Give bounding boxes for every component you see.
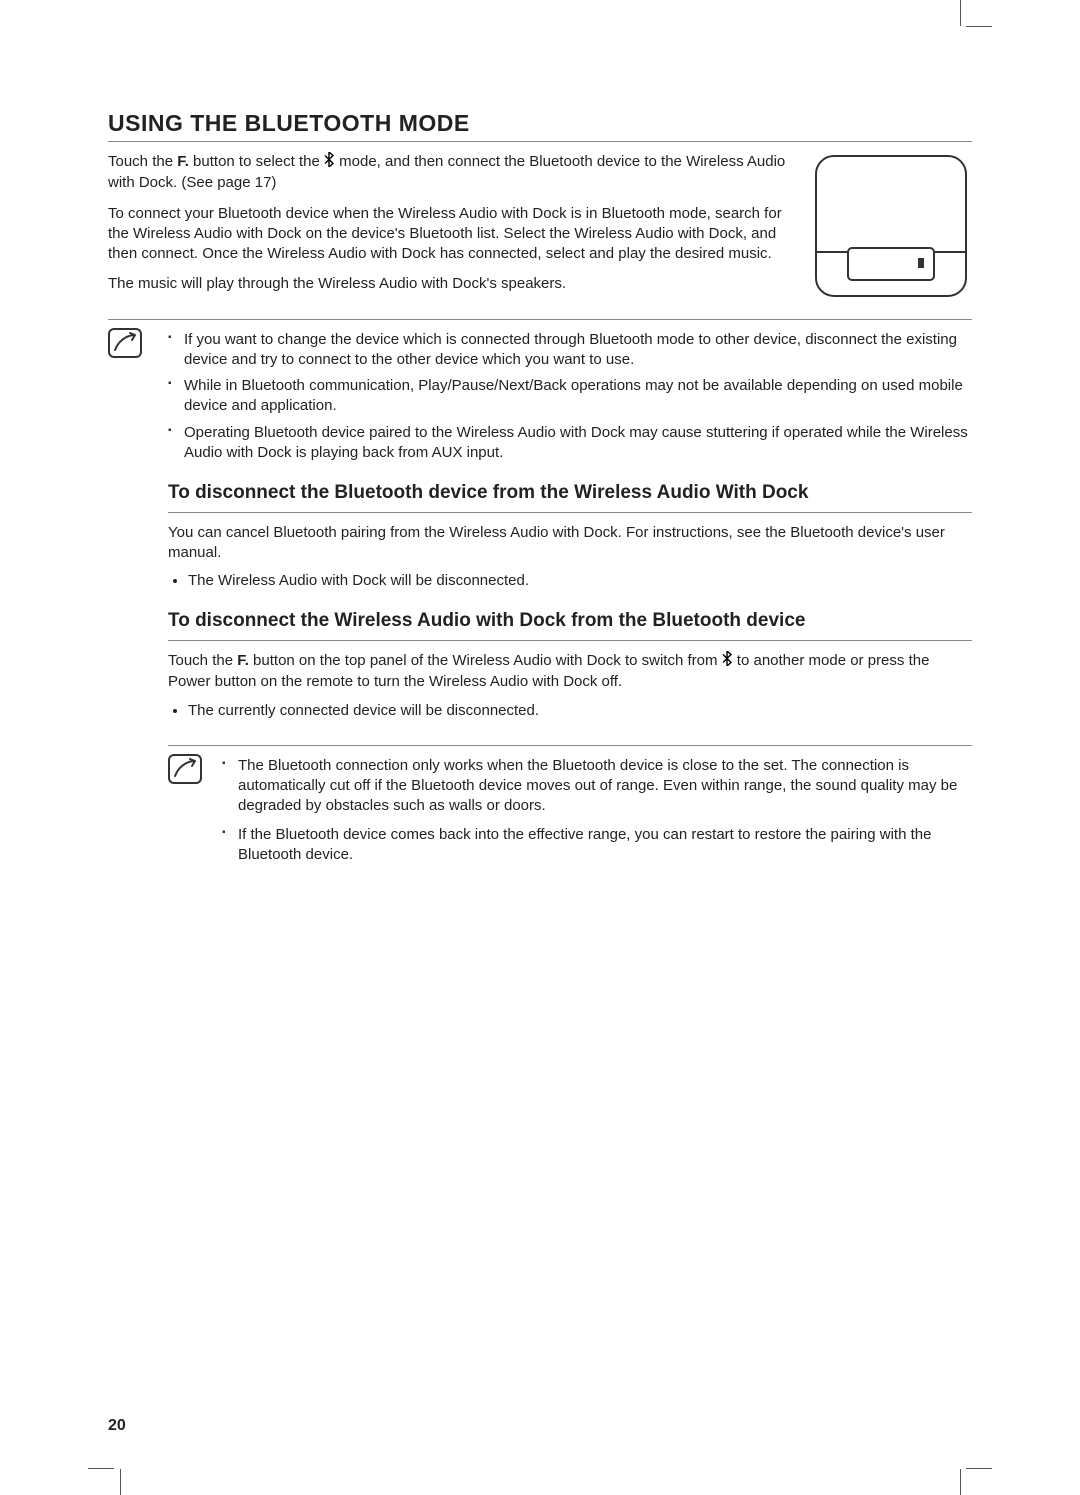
note-item: If the Bluetooth device comes back into … [222, 825, 972, 866]
intro-paragraph-2: To connect your Bluetooth device when th… [108, 204, 790, 265]
bullet-item: The Wireless Audio with Dock will be dis… [188, 571, 972, 591]
note-icon [168, 754, 202, 784]
bullet-list: The currently connected device will be d… [188, 701, 972, 721]
note-list-1: If you want to change the device which i… [168, 330, 972, 464]
subsection-paragraph: Touch the F. button on the top panel of … [168, 651, 972, 693]
page-number: 20 [108, 1417, 126, 1435]
intro-text: Touch the F. button to select the mode, … [108, 152, 790, 305]
note-item: While in Bluetooth communication, Play/P… [168, 376, 972, 417]
note-block-1: If you want to change the device which i… [108, 319, 972, 464]
subsection-disconnect-device: To disconnect the Bluetooth device from … [168, 481, 972, 591]
bluetooth-icon [324, 152, 335, 173]
note-item: The Bluetooth connection only works when… [222, 756, 972, 817]
bullet-list: The Wireless Audio with Dock will be dis… [188, 571, 972, 591]
subsection-title: To disconnect the Bluetooth device from … [168, 481, 972, 513]
subsection-paragraph: You can cancel Bluetooth pairing from th… [168, 523, 972, 564]
note-item: Operating Bluetooth device paired to the… [168, 423, 972, 464]
subsection-title: To disconnect the Wireless Audio with Do… [168, 609, 972, 641]
subsection-body: You can cancel Bluetooth pairing from th… [168, 523, 972, 592]
subsection-disconnect-dock: To disconnect the Wireless Audio with Do… [168, 609, 972, 865]
subsection-body: Touch the F. button on the top panel of … [168, 651, 972, 721]
note-list-2: The Bluetooth connection only works when… [222, 756, 972, 865]
intro-paragraph-3: The music will play through the Wireless… [108, 274, 790, 294]
f-button-label: F. [177, 153, 189, 170]
bullet-item: The currently connected device will be d… [188, 701, 972, 721]
device-illustration [810, 152, 972, 302]
note-item: If you want to change the device which i… [168, 330, 972, 371]
bluetooth-icon [722, 651, 733, 672]
f-button-label: F. [237, 652, 249, 669]
note-block-2: The Bluetooth connection only works when… [168, 745, 972, 865]
intro-block: Touch the F. button to select the mode, … [108, 152, 972, 305]
section-heading: USING THE BLUETOOTH MODE [108, 110, 972, 142]
intro-paragraph-1: Touch the F. button to select the mode, … [108, 152, 790, 194]
manual-page: USING THE BLUETOOTH MODE Touch the F. bu… [0, 0, 1080, 1495]
note-icon [108, 328, 142, 358]
